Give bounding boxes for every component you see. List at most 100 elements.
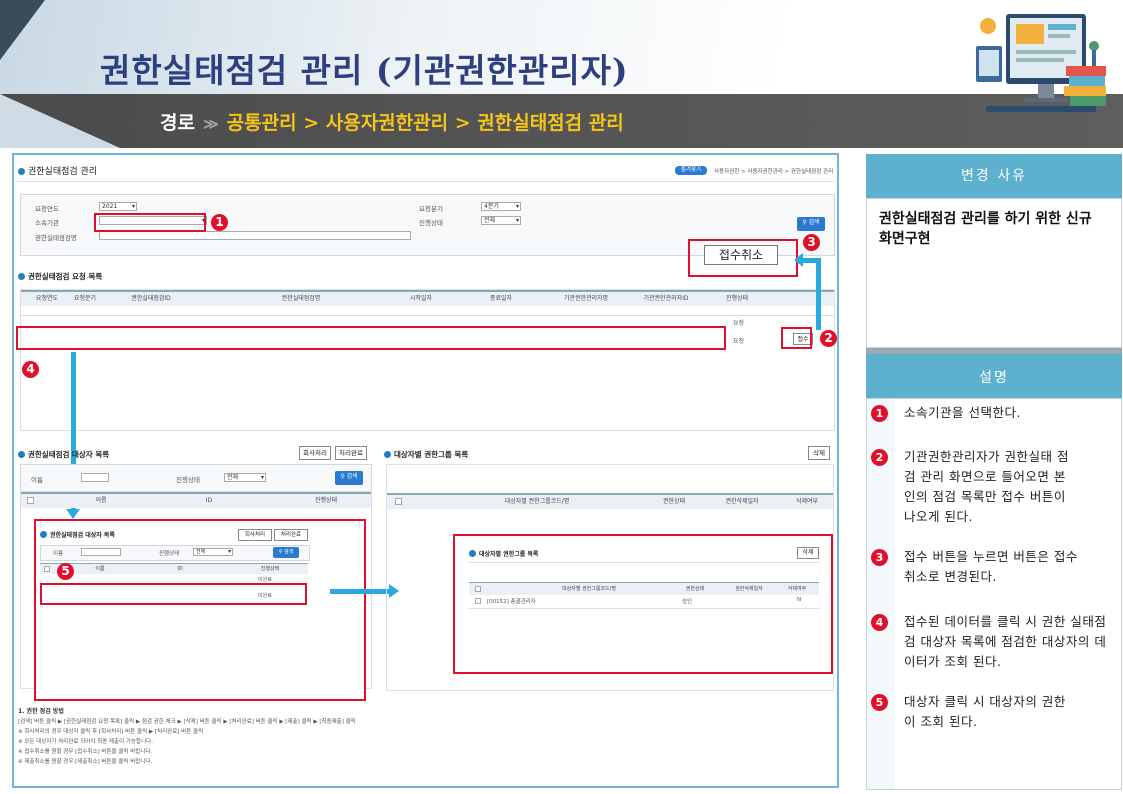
note-1-text: 소속기관을 선택한다. (904, 405, 1021, 420)
inset-status-select[interactable]: 전체 (193, 548, 233, 556)
group-list-title: 대상자별 권한그룹 목록 (384, 449, 468, 460)
inset-group-col-status: 권한상태 (685, 586, 705, 592)
inset-group-title: 대상자별 권한그룹 목록 (469, 549, 538, 558)
status-select[interactable]: 전체 (481, 216, 521, 225)
selected-target-row[interactable] (40, 583, 307, 605)
search-button[interactable]: ⚲ 검색 (797, 217, 825, 231)
screen-title: 권한실태점검 관리 (18, 164, 97, 177)
inset-group-row-checkbox[interactable] (475, 598, 481, 604)
arrow-2-to-3-head (794, 253, 803, 267)
target-select-all-checkbox[interactable] (27, 497, 34, 504)
inset-group-delete-button[interactable]: 삭제 (797, 547, 819, 559)
guide-line-5: ※ 제출취소를 원할 경우 [제출취소] 버튼을 클릭 바랍니다. (18, 759, 153, 765)
search-icon: ⚲ (278, 549, 283, 555)
target-status-select[interactable]: 전체 (224, 473, 266, 482)
inset-group-header: 대상자별 권한그룹코드/명 권한상태 권한삭제일자 삭제여부 (469, 582, 819, 595)
desc-title: 설명 (866, 354, 1122, 398)
note-4-text: 접수된 데이터를 클릭 시 권한 실태점검 대상자 목록에 점검한 대상자의 데… (904, 614, 1107, 669)
target-search-button[interactable]: ⚲ 검색 (335, 471, 363, 485)
quarter-select[interactable]: 4분기 (481, 202, 521, 211)
note-3-text: 접수 버튼을 누르면 버튼은 접수 취소로 변경된다. (904, 549, 1078, 584)
cancel-receipt-button[interactable]: 접수취소 (704, 245, 778, 265)
arrow-2-to-3-bend (801, 258, 821, 263)
breadcrumb-bar-wedge (0, 94, 120, 148)
inset-group-col-code: 대상자별 권한그룹코드/명 (562, 586, 616, 592)
reason-body: 권한실태점검 관리를 하기 위한 신규 화면구현 (866, 198, 1122, 348)
year-select[interactable]: 2021 (99, 202, 137, 211)
col-start: 시작일자 (409, 295, 433, 302)
inset-target-list: 권한실태점검 대상자 목록 회사처리 처리완료 이름 진행상태 전체 ⚲ 검색 … (34, 519, 366, 701)
col-year: 요청연도 (35, 295, 59, 302)
check-name-label: 권한실태점검명 (35, 234, 77, 242)
description-panel: 변경 사유 권한실태점검 관리를 하기 위한 신규 화면구현 설명 1 소속기관… (866, 154, 1122, 790)
request-list-header: 요청연도 요청분기 권한실태점검ID 권한실태점검명 시작일자 종료일자 기관권… (21, 290, 834, 306)
check-name-input[interactable] (99, 231, 411, 240)
selected-request-row[interactable] (16, 326, 726, 350)
inset-group-col-deleted: 삭제여부 (787, 586, 807, 592)
inset-group-row-status: 승인 (682, 599, 693, 605)
inset-group-divider (469, 562, 819, 563)
col-check-id: 권한실태점검ID (131, 295, 171, 302)
col-quarter: 요청분기 (73, 295, 97, 302)
inset-done-button[interactable]: 처리완료 (274, 529, 308, 541)
target-name-input[interactable] (81, 473, 109, 482)
note-2-marker: 2 (871, 449, 888, 466)
inset-recall-button[interactable]: 회사처리 (238, 529, 272, 541)
inset-status-value: 전체 (196, 549, 206, 555)
group-col-code: 대상자별 권한그룹코드/명 (504, 498, 570, 505)
status-label: 진행상태 (419, 219, 443, 227)
row1-status: 요청 (733, 320, 745, 327)
year-label: 요청연도 (35, 205, 59, 213)
marker-3: 3 (803, 234, 820, 251)
inset-filter-box: 이름 진행상태 전체 ⚲ 검색 (40, 545, 310, 561)
quarter-value: 4분기 (484, 203, 499, 210)
target-name-label: 이름 (31, 476, 43, 484)
col-check-name: 권한실태점검명 (281, 295, 321, 302)
guide-line-3: ※ 모든 대상자가 처리완료 되어야 최종 제출이 가능합니다. (18, 739, 153, 745)
done-button[interactable]: 처리완료 (335, 446, 367, 460)
inset-col-id: ID (177, 566, 183, 572)
breadcrumb-path: 공통관리 > 사용자권한관리 > 권한실태점검 관리 (226, 112, 624, 134)
reason-text: 권한실태점검 관리를 하기 위한 신규 화면구현 (879, 211, 1092, 247)
screen-frame: 권한실태점검 관리 즐겨찾기 사용자권한 > 사용자권한관리 > 권한실태점검 … (12, 153, 839, 788)
col-admin-id: 기관권한관리자ID (643, 295, 689, 302)
note-1-marker: 1 (871, 405, 888, 422)
guide-heading: 1. 권한 점검 방법 (18, 708, 64, 715)
inset-group-row-code: [00152] 총괄관리자 (487, 599, 536, 605)
status-value: 전체 (484, 217, 496, 224)
recall-button[interactable]: 회사처리 (299, 446, 331, 460)
breadcrumb: 경로 ≫ 공통관리 > 사용자권한관리 > 권한실태점검 관리 (160, 108, 624, 135)
row2-status: 요청 (733, 338, 745, 345)
row-divider (21, 315, 834, 316)
target-col-id: ID (205, 497, 213, 504)
year-value: 2021 (102, 203, 118, 210)
page-title: 권한실태점검 관리 (기관권한관리자) (100, 51, 629, 90)
target-filter-box: 이름 진행상태 전체 ⚲ 검색 (20, 464, 372, 492)
group-delete-button[interactable]: 삭제 (808, 446, 830, 460)
inset-search-label: 검색 (284, 549, 294, 555)
inset-col-name: 이름 (95, 566, 105, 572)
request-list-title: 권한실태점검 요청 목록 (18, 271, 102, 282)
inset-target-title: 권한실태점검 대상자 목록 (40, 530, 115, 539)
request-list-table: 요청연도 요청분기 권한실태점검ID 권한실태점검명 시작일자 종료일자 기관권… (20, 289, 835, 431)
note-2-text: 기관권한관리자가 권한실태 점검 관리 화면으로 들어오면 본인의 점검 목록만… (904, 449, 1069, 524)
target-search-label: 검색 (346, 473, 358, 480)
inset-status-label: 진행상태 (159, 551, 180, 557)
org-label: 소속기관 (35, 219, 59, 227)
computer-illustration-icon (976, 14, 1106, 112)
col-status: 진행상태 (725, 295, 749, 302)
favorite-button[interactable]: 즐겨찾기 (675, 166, 707, 175)
target-col-status: 진행상태 (314, 497, 338, 504)
arrow-2-to-3 (816, 258, 821, 330)
group-list-header: 대상자별 권한그룹코드/명 권한상태 권한삭제일자 삭제여부 (387, 493, 833, 509)
inset-search-button[interactable]: ⚲ 검색 (273, 547, 299, 558)
col-admin-name: 기관권한관리자명 (563, 295, 609, 302)
inset-name-input[interactable] (81, 548, 121, 556)
inset-group-row-deleted: N (797, 597, 802, 603)
group-select-all-checkbox[interactable] (395, 498, 402, 505)
guide-line-1: [검색] 버튼 클릭 ▶ [권한실태점검 요청 목록] 클릭 ▶ 점검 권한 체… (18, 719, 356, 725)
org-select-highlight (94, 213, 206, 232)
inset-group-select-all-checkbox[interactable] (475, 586, 481, 592)
note-5-text: 대상자 클릭 시 대상자의 권한이 조회 된다. (904, 694, 1066, 729)
inset-select-all-checkbox[interactable] (44, 566, 50, 572)
